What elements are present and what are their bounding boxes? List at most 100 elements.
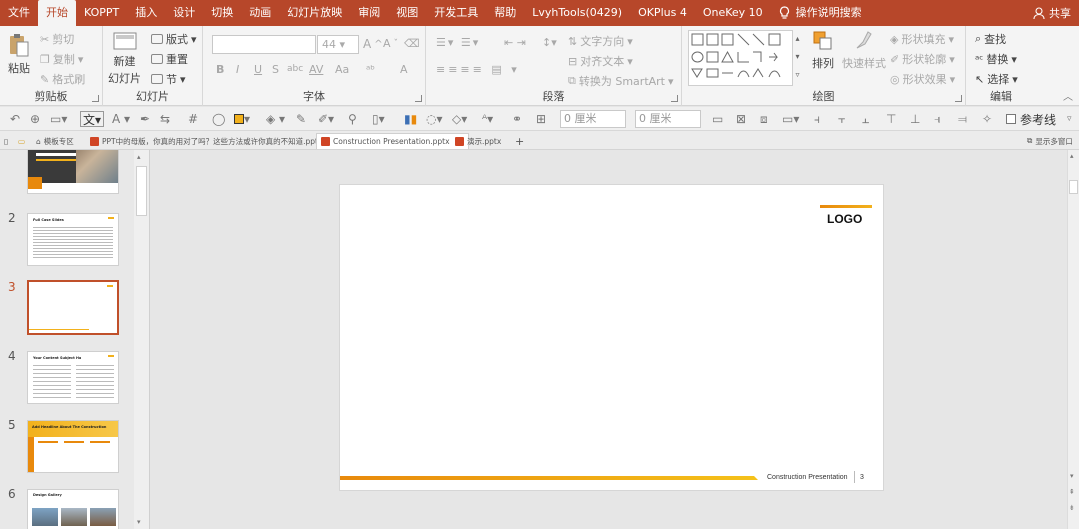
link-mini-icon[interactable]: ⚭ xyxy=(512,111,522,127)
clipboard-launcher[interactable] xyxy=(92,95,99,102)
smartart-button[interactable]: ⧉ 转换为 SmartArt ▾ xyxy=(568,73,674,89)
tell-me-search[interactable]: 操作说明搜索 xyxy=(771,0,870,26)
fill-mini-icon[interactable]: ◈ ▾ xyxy=(266,111,285,127)
shrink-font-button[interactable]: Aˇ xyxy=(383,37,398,50)
copy-button[interactable]: ❐ 复制 ▾ xyxy=(40,51,83,67)
group-mini-icon[interactable]: ⧈ xyxy=(760,111,768,127)
height-input[interactable]: 0 厘米 xyxy=(635,110,701,128)
current-slide[interactable]: LOGO Construction Presentation 3 xyxy=(339,184,884,491)
align-mini-icon[interactable]: ⇆ xyxy=(160,111,170,127)
edit-mini-icon[interactable]: ✐▾ xyxy=(318,111,334,127)
align-right-icon[interactable]: ⫣ xyxy=(934,111,941,127)
font-a-icon[interactable]: A ▾ xyxy=(112,111,130,127)
chart-mini-icon[interactable]: ▮ ▮ xyxy=(404,111,417,127)
shapes-scroll[interactable]: ▴ ▾ ▿ xyxy=(792,30,802,86)
highlight-button[interactable]: ᵃᵇ xyxy=(366,63,375,76)
qat-more-icon[interactable]: ▿ xyxy=(1067,111,1072,127)
menu-help[interactable]: 帮助 xyxy=(486,0,524,26)
italic-button[interactable]: I xyxy=(236,63,239,76)
grow-font-button[interactable]: A ^ xyxy=(363,37,383,51)
bullets-button[interactable]: ☰▾ ☰▾ xyxy=(436,36,480,49)
share-button[interactable]: 共享 xyxy=(1033,0,1071,26)
font-name-dropdown[interactable] xyxy=(212,35,316,54)
format-mini-icon[interactable]: ▯▾ xyxy=(372,111,385,127)
shape-outline-button[interactable]: ✐ 形状轮廓 ▾ xyxy=(890,51,955,67)
thumbnail-5[interactable]: Add Headline About The Construction xyxy=(27,420,119,473)
reset-button[interactable]: 重置 xyxy=(151,51,188,67)
circle-icon[interactable]: ◯ xyxy=(212,111,225,127)
templates-tab[interactable]: ⌂ 模板专区 xyxy=(36,133,74,149)
menu-insert[interactable]: 插入 xyxy=(127,0,165,26)
editor-scrollbar[interactable]: ▴ ▾ ⇞ ⇟ xyxy=(1067,150,1079,529)
thumbnail-1[interactable] xyxy=(27,150,119,194)
menu-review[interactable]: 审阅 xyxy=(350,0,388,26)
align-left-icon[interactable]: ⫞ xyxy=(814,111,820,127)
align-top-icon[interactable]: ⊤ xyxy=(886,111,896,127)
new-slide-button[interactable]: 新建 幻灯片 xyxy=(108,30,141,86)
frame-mini-icon[interactable]: ▭▾ xyxy=(782,111,799,127)
layout-button[interactable]: 版式 ▾ xyxy=(151,31,197,47)
clear-format-button[interactable]: ⌫ xyxy=(404,37,420,50)
thumbnail-3[interactable] xyxy=(27,280,119,335)
textbox-icon[interactable]: 文▾ xyxy=(80,111,105,127)
multi-window-button[interactable]: ⧉ 显示多窗口 xyxy=(1027,133,1073,149)
font-launcher[interactable] xyxy=(415,95,422,102)
layout-mini-icon[interactable]: ▭▾ xyxy=(50,111,67,127)
distribute-icon[interactable]: ⫠ xyxy=(862,111,869,127)
line-spacing-button[interactable]: ↕▾ xyxy=(542,36,557,49)
arrange-button[interactable]: 排列 xyxy=(812,30,834,71)
paragraph-launcher[interactable] xyxy=(671,95,678,102)
arrow-mini-icon[interactable]: ◇▾ xyxy=(452,111,467,127)
thumbnail-scrollbar[interactable]: ▴ ▾ xyxy=(134,150,149,529)
drawing-launcher[interactable] xyxy=(955,95,962,102)
undo-icon[interactable]: ↶ xyxy=(10,111,20,127)
hash-icon[interactable]: # xyxy=(188,111,198,127)
menu-file[interactable]: 文件 xyxy=(0,0,38,26)
file-icon[interactable]: ▯ xyxy=(4,133,8,149)
alignment-buttons[interactable]: ≡≡≡≡ ▤ ▾ xyxy=(436,63,520,76)
menu-lvyhtools[interactable]: LvyhTools(0429) xyxy=(524,0,630,26)
shape-mini-icon[interactable]: ◌▾ xyxy=(426,111,443,127)
align-center-icon[interactable]: ⫟ xyxy=(838,111,845,127)
menu-developer[interactable]: 开发工具 xyxy=(426,0,486,26)
pen-mini-icon[interactable]: ✎ xyxy=(296,111,306,127)
guides-toggle[interactable]: 参考线 xyxy=(1006,111,1056,127)
find-button[interactable]: ⌕ 查找 xyxy=(975,31,1006,47)
text-mini-icon[interactable]: ᴬ▾ xyxy=(482,111,493,127)
underline-button[interactable]: U xyxy=(254,63,262,76)
doc-tab-2[interactable]: Construction Presentation.pptx✕ xyxy=(316,133,470,149)
doc-tab-1[interactable]: PPT中的母版，你真的用对了吗？这些方法或许你真的不知道.pptx xyxy=(90,133,322,149)
char-spacing-button[interactable]: AV xyxy=(309,63,323,76)
resize-icon[interactable]: ⫤ xyxy=(958,111,967,127)
shadow-button[interactable]: abc xyxy=(287,64,303,74)
eyedropper-icon[interactable]: ✒ xyxy=(140,111,150,127)
section-button[interactable]: 节 ▾ xyxy=(151,71,186,87)
menu-home[interactable]: 开始 xyxy=(38,0,76,26)
new-tab-icon[interactable]: + xyxy=(515,133,524,149)
menu-design[interactable]: 设计 xyxy=(165,0,203,26)
font-color-button[interactable]: A xyxy=(400,63,408,76)
doc-tab-3[interactable]: 演示.pptx xyxy=(455,133,501,149)
cut-button[interactable]: ✂ 剪切 xyxy=(40,31,74,47)
quick-styles-button[interactable]: 快速样式 xyxy=(842,30,886,71)
font-size-dropdown[interactable]: 44 ▾ xyxy=(317,35,359,54)
close-box-icon[interactable]: ⊠ xyxy=(736,111,746,127)
menu-slideshow[interactable]: 幻灯片放映 xyxy=(279,0,350,26)
collapse-ribbon-icon[interactable]: ︿ xyxy=(1063,88,1073,103)
menu-animations[interactable]: 动画 xyxy=(241,0,279,26)
replace-button[interactable]: ᵃᶜ 替换 ▾ xyxy=(975,51,1017,67)
bold-button[interactable]: B xyxy=(216,63,224,76)
shape-effects-button[interactable]: ◎ 形状效果 ▾ xyxy=(890,71,955,87)
prev-slide-icon[interactable]: ⇞ xyxy=(1069,488,1075,496)
thumbnail-6[interactable]: Design Gallery xyxy=(27,489,119,529)
magic-icon[interactable]: ✧ xyxy=(982,111,992,127)
align-text-button[interactable]: ⊟ 对齐文本 ▾ xyxy=(568,53,633,69)
format-painter-button[interactable]: ✎ 格式刷 xyxy=(40,71,85,87)
shape-fill-button[interactable]: ◈ 形状填充 ▾ xyxy=(890,31,954,47)
folder-icon[interactable]: ▭ xyxy=(18,133,25,149)
thumbnail-2[interactable]: Full Case Slides xyxy=(27,213,119,266)
color-fill-icon[interactable]: ▾ xyxy=(234,111,250,127)
menu-okplus[interactable]: OKPlus 4 xyxy=(630,0,695,26)
width-input[interactable]: 0 厘米 xyxy=(560,110,626,128)
shapes-gallery[interactable] xyxy=(688,30,802,86)
